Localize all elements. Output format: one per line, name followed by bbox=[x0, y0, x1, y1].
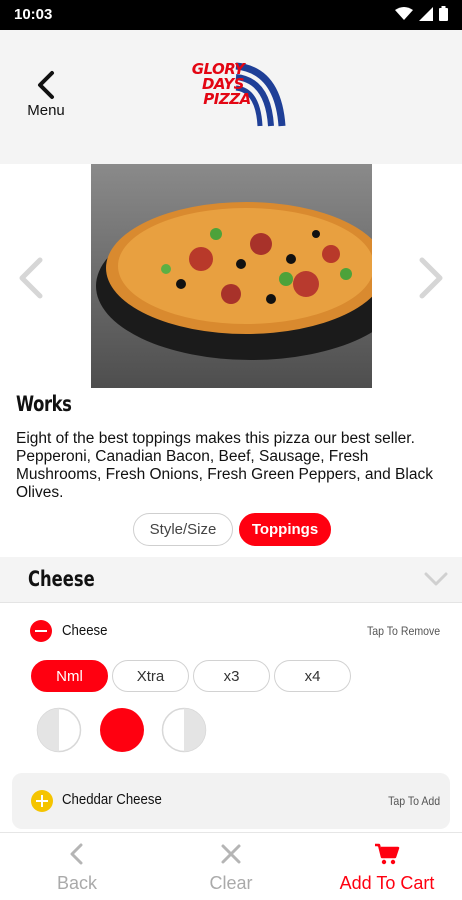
menu-label: Menu bbox=[27, 102, 65, 119]
amount-options: Nml Xtra x3 x4 bbox=[31, 660, 351, 692]
glory-days-pizza-logo: GLORY DAYS PIZZA bbox=[178, 60, 288, 132]
topping-row-cheddar-cheese[interactable]: Cheddar Cheese Tap To Add bbox=[12, 773, 450, 829]
product-description: Eight of the best toppings makes this pi… bbox=[16, 430, 433, 501]
back-button[interactable]: Back bbox=[40, 833, 114, 900]
portion-options bbox=[36, 707, 216, 753]
topping-name: Cheese bbox=[62, 622, 108, 639]
remove-icon[interactable] bbox=[30, 620, 52, 642]
chevron-left-icon bbox=[19, 257, 43, 299]
amount-x4-button[interactable]: x4 bbox=[274, 660, 351, 692]
tab-toppings[interactable]: Toppings bbox=[239, 513, 331, 546]
bottom-nav: Back Clear Add To Cart bbox=[0, 832, 462, 900]
logo-text: GLORY DAYS PIZZA bbox=[178, 62, 258, 107]
carousel-next-button[interactable] bbox=[416, 256, 446, 300]
left-half-portion-icon[interactable] bbox=[36, 707, 82, 753]
battery-icon bbox=[439, 6, 448, 21]
right-half-portion-icon[interactable] bbox=[161, 707, 207, 753]
back-label: Back bbox=[56, 873, 98, 893]
topping-name: Cheddar Cheese bbox=[62, 791, 162, 808]
chevron-right-icon bbox=[419, 257, 443, 299]
tab-style-size[interactable]: Style/Size bbox=[133, 513, 233, 546]
whole-portion-icon[interactable] bbox=[99, 707, 145, 753]
wifi-icon bbox=[395, 6, 413, 20]
section-title: Cheese bbox=[28, 567, 95, 591]
chevron-left-icon bbox=[38, 71, 54, 99]
clear-label: Clear bbox=[209, 873, 253, 893]
clear-button[interactable]: Clear bbox=[192, 833, 270, 900]
cart-icon bbox=[375, 843, 400, 865]
carousel-prev-button[interactable] bbox=[16, 256, 46, 300]
topping-hint: Tap To Add bbox=[387, 794, 440, 808]
pizza-image bbox=[91, 164, 372, 388]
amount-x3-button[interactable]: x3 bbox=[193, 660, 270, 692]
amount-extra-button[interactable]: Xtra bbox=[112, 660, 189, 692]
close-icon bbox=[221, 844, 241, 864]
add-icon[interactable] bbox=[31, 790, 53, 812]
add-to-cart-label: Add To Cart bbox=[339, 873, 435, 893]
app-header: Menu GLORY DAYS PIZZA bbox=[0, 30, 462, 164]
add-to-cart-button[interactable]: Add To Cart bbox=[326, 833, 448, 900]
chevron-left-icon bbox=[70, 843, 83, 865]
logo-line-3: PIZZA bbox=[203, 90, 251, 108]
option-tabs: Style/Size Toppings bbox=[133, 513, 331, 546]
topping-row-cheese[interactable]: Cheese Tap To Remove bbox=[0, 610, 462, 654]
status-bar: 10:03 bbox=[0, 0, 462, 30]
product-title: Works bbox=[16, 392, 72, 416]
amount-normal-button[interactable]: Nml bbox=[31, 660, 108, 692]
status-time: 10:03 bbox=[14, 6, 53, 23]
cheese-section-header[interactable]: Cheese bbox=[0, 557, 462, 603]
menu-back-button[interactable]: Menu bbox=[20, 70, 72, 130]
topping-hint: Tap To Remove bbox=[366, 624, 440, 638]
chevron-down-icon bbox=[424, 572, 448, 586]
product-image bbox=[91, 164, 372, 388]
status-icons bbox=[395, 6, 448, 21]
signal-icon bbox=[419, 6, 433, 21]
